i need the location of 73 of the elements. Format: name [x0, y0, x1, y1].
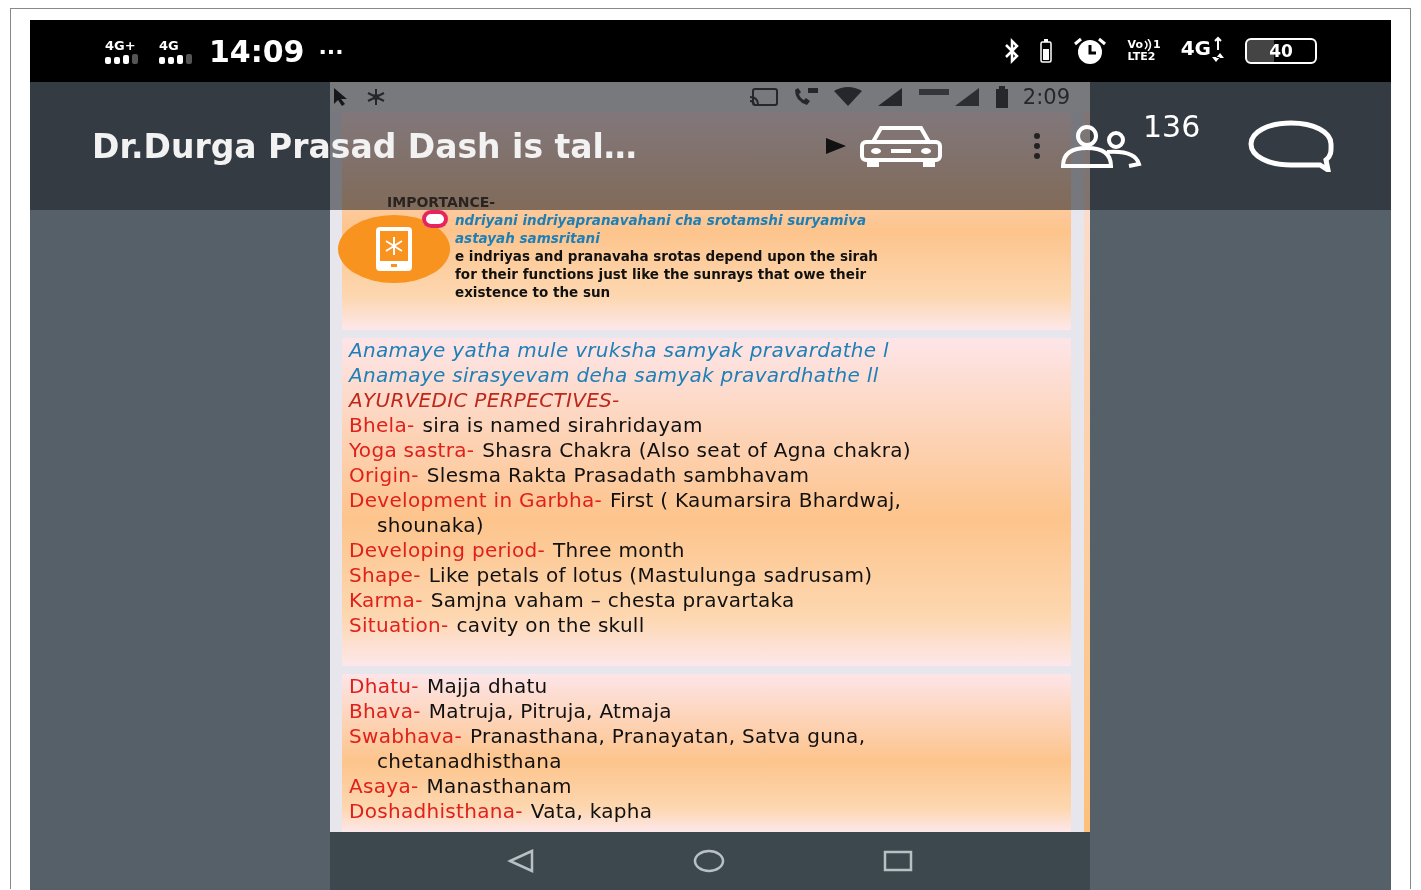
back-icon[interactable] — [507, 849, 535, 873]
field-value: shounaka) — [376, 513, 485, 538]
field-value: cavity on the skull — [456, 613, 645, 637]
alarm-icon — [1071, 36, 1108, 66]
verse-line: Anamaye yatha mule vruksha samyak pravardathe l — [349, 338, 890, 363]
field-label: Karma- — [349, 588, 423, 612]
slide-heading: AYURVEDIC PERPECTIVES- — [349, 388, 621, 413]
field-value: Slesma Rakta Prasadath sambhavam — [426, 463, 810, 487]
field-label: Origin- — [349, 463, 419, 487]
verse-line: astayah samsritani — [455, 229, 600, 247]
participants-button[interactable]: 136 — [1059, 110, 1201, 168]
field-value: Majja dhatu — [426, 674, 548, 698]
field-value: Three month — [552, 538, 685, 562]
field-value: Pranasthana, Pranayatan, Satva guna, — [469, 724, 866, 748]
bluetooth-icon — [1003, 38, 1020, 64]
more-vertical-icon[interactable] — [1033, 133, 1041, 159]
network-label: LTE2 — [1127, 51, 1157, 63]
field-label: Developing period- — [349, 538, 545, 562]
field-label: Yoga sastra- — [349, 438, 475, 462]
field-value: Matruja, Pitruja, Atmaja — [428, 699, 672, 723]
slide-text: e indriyas and pranavaha srotas depend upon the sirah — [455, 247, 878, 265]
field-value: chetanadhisthana — [376, 749, 563, 774]
signal-icon — [159, 53, 193, 64]
participant-count: 136 — [1143, 110, 1201, 144]
verse-line: ndriyani indriyapranavahani cha srotamshi suryamiva — [455, 211, 867, 229]
cast-icon — [748, 87, 779, 107]
wifi-icon — [832, 87, 863, 107]
car-icon[interactable] — [859, 124, 943, 168]
field-value: First ( Kaumarsira Bhardwaj, — [610, 488, 902, 512]
field-label: Shape- — [349, 563, 421, 587]
notification-badge — [422, 210, 448, 228]
network-label: 4G+ — [105, 38, 136, 52]
signal-icon — [916, 87, 981, 107]
field-value: Like petals of lotus (Mastulunga sadrusam) — [428, 563, 873, 587]
sim-number: 1 — [1153, 39, 1161, 51]
slide-text: for their functions just like the sunrays that owe their — [455, 265, 867, 283]
field-value: Vata, kapha — [530, 799, 653, 823]
slide-heading: IMPORTANCE- — [387, 193, 496, 211]
field-label: Doshadhisthana- — [349, 799, 523, 823]
call-title: Dr.Durga Prasad Dash is tal… — [92, 126, 638, 166]
network-label: 4G — [159, 38, 179, 52]
field-value: Shasra Chakra (Also seat of Agna chakra) — [482, 438, 911, 462]
field-value: Samjna vaham – chesta pravartaka — [430, 588, 795, 612]
more-notifications: ··· — [318, 38, 344, 64]
floating-app-icon[interactable] — [338, 215, 450, 283]
battery-icon — [994, 86, 1009, 108]
signal-icon — [876, 87, 903, 107]
home-icon[interactable] — [693, 849, 725, 873]
field-label: Development in Garbha- — [349, 488, 602, 512]
network-label: 4G — [1180, 36, 1211, 60]
clock: 14:09 — [209, 33, 305, 69]
field-label: Situation- — [349, 613, 449, 637]
volte-label: Vo — [1127, 39, 1143, 51]
clock: 2:09 — [1022, 85, 1070, 109]
waves-icon — [1144, 39, 1152, 51]
field-value: Manasthanam — [426, 774, 572, 798]
verse-line: Anamaye sirasyevam deha samyak pravardhathe ll — [349, 363, 880, 388]
battery-level: 40 — [1269, 41, 1293, 61]
snowflake-icon — [365, 87, 387, 107]
signal-icon — [105, 53, 139, 64]
field-label: Bhava- — [349, 699, 421, 723]
phone-icon — [792, 87, 819, 107]
field-label: Asaya- — [349, 774, 419, 798]
play-icon[interactable] — [825, 136, 847, 156]
slide-text: existence to the sun — [455, 283, 611, 301]
field-label: Swabhava- — [349, 724, 462, 748]
field-label: Dhatu- — [349, 674, 419, 698]
chat-icon[interactable] — [1248, 120, 1335, 172]
recents-icon[interactable] — [883, 850, 913, 872]
field-value: sira is named sirahridayam — [422, 413, 703, 437]
battery-icon — [1039, 39, 1052, 63]
people-icon — [1059, 124, 1143, 168]
field-label: Bhela- — [349, 413, 415, 437]
